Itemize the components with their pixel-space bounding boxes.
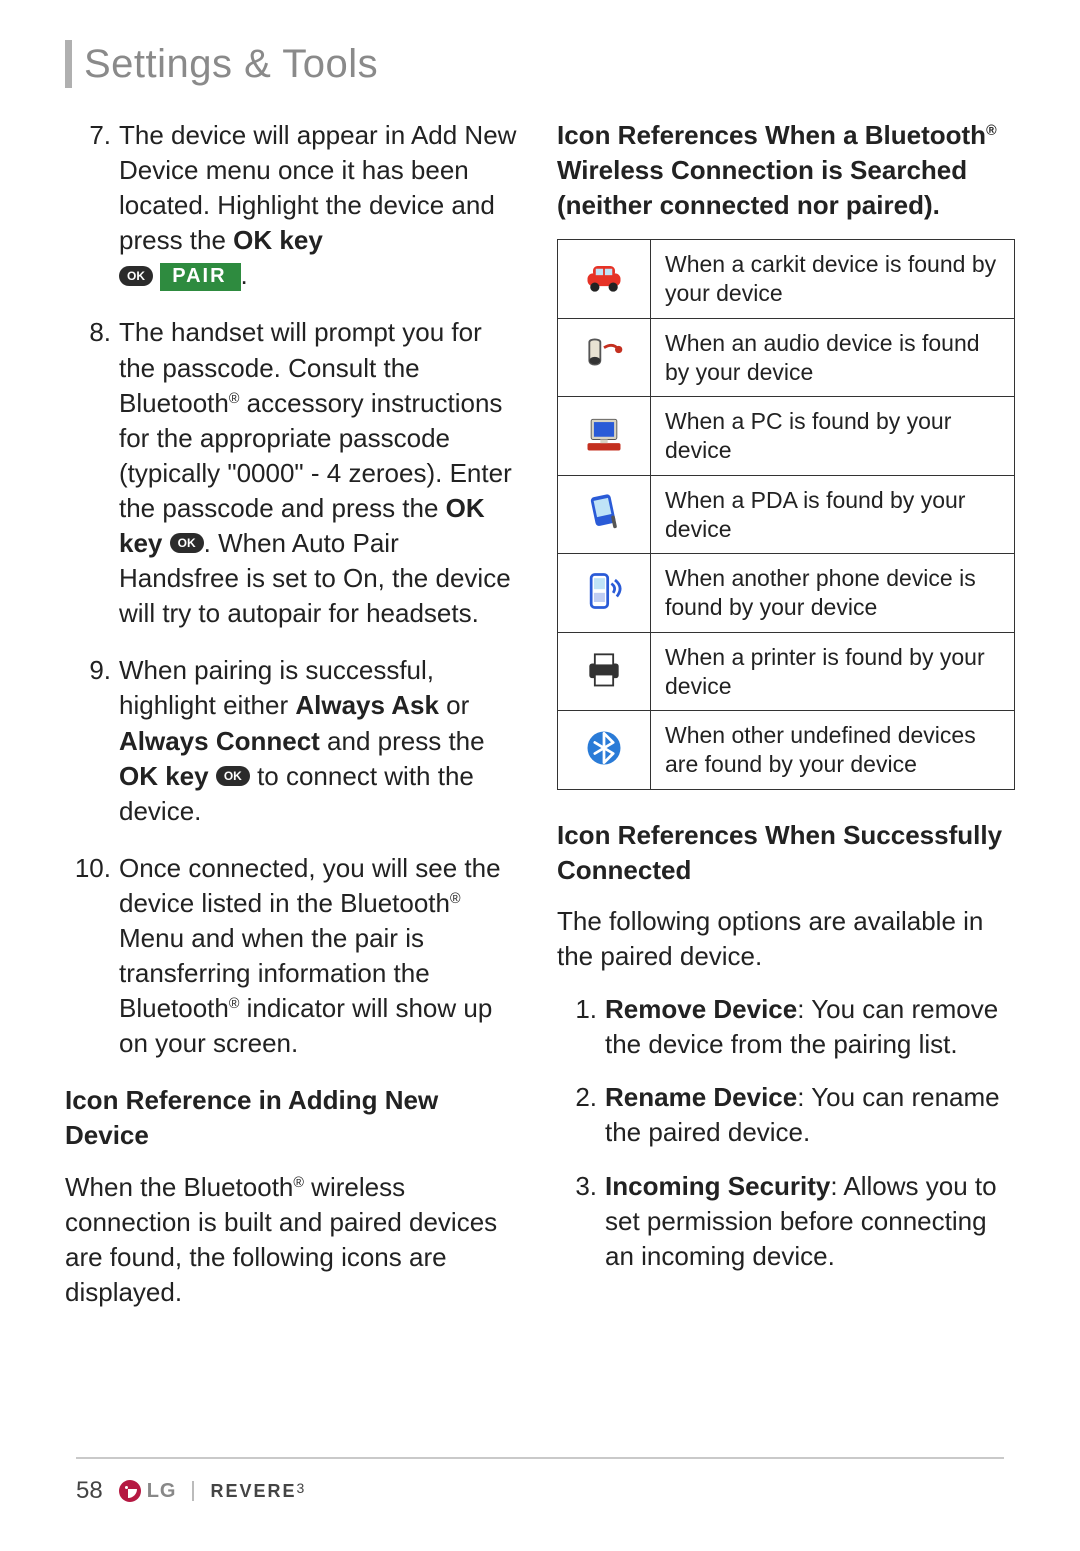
option-1: 1. Remove Device: You can remove the dev… <box>557 992 1015 1062</box>
text: Icon References When a Bluetooth <box>557 120 986 150</box>
table-row: When a printer is found by your device <box>558 632 1015 711</box>
icon-cell <box>558 711 651 790</box>
footer-rule <box>76 1457 1004 1459</box>
step-number: 9. <box>65 653 119 828</box>
registered-mark: ® <box>229 391 240 407</box>
page-number: 58 <box>76 1477 103 1505</box>
page-footer: 58 LG REVERE3 <box>76 1477 304 1505</box>
paragraph: The following options are available in t… <box>557 904 1015 974</box>
icon-cell <box>558 632 651 711</box>
lg-logo: LG <box>119 1480 177 1503</box>
step-10: 10. Once connected, you will see the dev… <box>65 851 523 1062</box>
icon-reference-table: When a carkit device is found by your de… <box>557 239 1015 790</box>
icon-cell <box>558 318 651 397</box>
step-number: 8. <box>65 315 119 631</box>
subheading-searched: Icon References When a Bluetooth® Wirele… <box>557 118 1015 223</box>
page-title-wrap: Settings & Tools <box>65 40 1015 88</box>
text: (neither connected nor paired). <box>557 190 940 220</box>
bluetooth-icon <box>580 724 628 772</box>
registered-mark: ® <box>293 1175 304 1191</box>
subheading-connected: Icon References When Successfully Connec… <box>557 818 1015 888</box>
model-name: REVERE3 <box>210 1481 304 1502</box>
text: or <box>439 690 469 720</box>
text: . <box>241 260 248 290</box>
icon-cell <box>558 475 651 554</box>
title-accent-bar <box>65 40 72 88</box>
step-body: Once connected, you will see the device … <box>119 851 523 1062</box>
subheading-left: Icon Reference in Adding New Device <box>65 1083 523 1153</box>
icon-cell <box>558 554 651 633</box>
step-body: The device will appear in Add New Device… <box>119 118 523 293</box>
text: When the Bluetooth <box>65 1172 293 1202</box>
option-body: Incoming Security: Allows you to set per… <box>605 1169 1015 1274</box>
table-row: When another phone device is found by yo… <box>558 554 1015 633</box>
steps-list: 7. The device will appear in Add New Dev… <box>65 118 523 1061</box>
text: Wireless Connection is Searched <box>557 155 967 185</box>
text: Once connected, you will see the device … <box>119 853 501 918</box>
ok-key-icon: OK <box>216 766 250 786</box>
lg-logo-icon <box>119 1480 141 1502</box>
option-number: 3. <box>557 1169 605 1274</box>
ok-key-icon: OK <box>119 266 153 286</box>
model-suffix: 3 <box>297 1480 305 1496</box>
option-name: Remove Device <box>605 994 797 1024</box>
pc-icon <box>580 410 628 458</box>
ok-key-label: OK key <box>233 225 323 255</box>
option-number: 2. <box>557 1080 605 1150</box>
option-number: 1. <box>557 992 605 1062</box>
option-name: Rename Device <box>605 1082 797 1112</box>
registered-mark: ® <box>229 996 240 1012</box>
table-row: When a PDA is found by your device <box>558 475 1015 554</box>
table-row: When a PC is found by your device <box>558 397 1015 476</box>
ok-key-label: OK key <box>119 761 209 791</box>
table-row: When a carkit device is found by your de… <box>558 240 1015 319</box>
phone-icon <box>580 567 628 615</box>
audio-icon <box>580 331 628 379</box>
model-text: REVERE <box>210 1481 296 1501</box>
paragraph: When the Bluetooth® wireless connection … <box>65 1170 523 1310</box>
step-number: 7. <box>65 118 119 293</box>
option-3: 3. Incoming Security: Allows you to set … <box>557 1169 1015 1274</box>
bold-text: Always Ask <box>295 690 439 720</box>
right-column: Icon References When a Bluetooth® Wirele… <box>557 118 1015 1328</box>
step-body: When pairing is successful, highlight ei… <box>119 653 523 828</box>
step-8: 8. The handset will prompt you for the p… <box>65 315 523 631</box>
icon-desc: When a PC is found by your device <box>651 397 1015 476</box>
option-body: Remove Device: You can remove the device… <box>605 992 1015 1062</box>
ok-key-icon: OK <box>170 533 204 553</box>
option-2: 2. Rename Device: You can rename the pai… <box>557 1080 1015 1150</box>
icon-cell <box>558 240 651 319</box>
footer-divider <box>192 1481 194 1501</box>
bold-text: Always Connect <box>119 726 320 756</box>
step-9: 9. When pairing is successful, highlight… <box>65 653 523 828</box>
icon-desc: When a printer is found by your device <box>651 632 1015 711</box>
step-number: 10. <box>65 851 119 1062</box>
step-7: 7. The device will appear in Add New Dev… <box>65 118 523 293</box>
registered-mark: ® <box>450 891 461 907</box>
icon-desc: When another phone device is found by yo… <box>651 554 1015 633</box>
left-column: 7. The device will appear in Add New Dev… <box>65 118 523 1328</box>
option-body: Rename Device: You can rename the paired… <box>605 1080 1015 1150</box>
table-row: When an audio device is found by your de… <box>558 318 1015 397</box>
page-title: Settings & Tools <box>84 40 378 88</box>
icon-cell <box>558 397 651 476</box>
option-name: Incoming Security <box>605 1171 830 1201</box>
icon-desc: When a carkit device is found by your de… <box>651 240 1015 319</box>
step-body: The handset will prompt you for the pass… <box>119 315 523 631</box>
pair-badge: PAIR <box>160 263 240 291</box>
icon-desc: When other undefined devices are found b… <box>651 711 1015 790</box>
icon-desc: When an audio device is found by your de… <box>651 318 1015 397</box>
text: and press the <box>320 726 485 756</box>
options-list: 1. Remove Device: You can remove the dev… <box>557 992 1015 1274</box>
car-icon <box>580 253 628 301</box>
lg-logo-text: LG <box>147 1480 177 1503</box>
table-row: When other undefined devices are found b… <box>558 711 1015 790</box>
printer-icon <box>580 645 628 693</box>
registered-mark: ® <box>986 123 997 139</box>
icon-desc: When a PDA is found by your device <box>651 475 1015 554</box>
pda-icon <box>580 488 628 536</box>
